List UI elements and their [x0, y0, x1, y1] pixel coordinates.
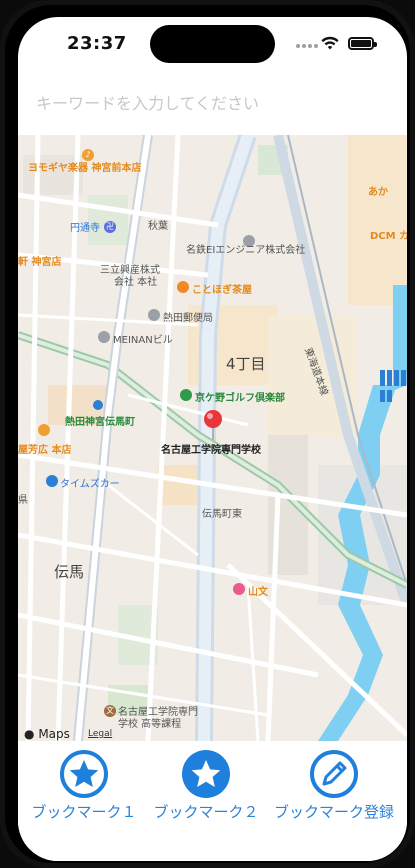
- map-label: 熱田神宮伝馬町: [65, 417, 135, 428]
- map-label: ヨモギヤ楽器 神宮前本店: [28, 163, 142, 174]
- poi-shop-icon[interactable]: [233, 583, 245, 595]
- keyword-input[interactable]: [34, 87, 393, 119]
- map-label: 屋芳広 本店: [18, 445, 72, 456]
- bookmark1-label: ブックマーク１: [31, 803, 137, 821]
- poi-building-icon[interactable]: [98, 331, 110, 343]
- phone-bezel: 23:37 キーワードを入力してください ♪ 卍 文 ヨモギヤ楽器 神宮前本店 …: [5, 5, 410, 863]
- phone-frame: 23:37 キーワードを入力してください ♪ 卍 文 ヨモギヤ楽器 神宮前本店 …: [0, 0, 415, 868]
- map-label: 学校 高等課程: [118, 719, 182, 730]
- map-label: ことほぎ茶屋: [192, 285, 252, 296]
- status-bar: 23:37: [18, 17, 407, 69]
- poi-cafe-icon[interactable]: [177, 281, 189, 293]
- apple-icon: ●: [24, 727, 35, 741]
- map-label: 名鉄EIエンジニア株式会社: [186, 245, 306, 256]
- map-view[interactable]: ♪ 卍 文 ヨモギヤ楽器 神宮前本店 秋葉 円通寺 名鉄EIエンジニア株式会社 …: [18, 135, 407, 741]
- map-label: 伝馬: [54, 563, 85, 581]
- search-bar: [18, 69, 407, 135]
- bookmark1-button[interactable]: ブックマーク１: [24, 749, 144, 829]
- map-label: 山文: [248, 587, 268, 598]
- map-label: 会社 本社: [114, 277, 158, 288]
- screen: 23:37 キーワードを入力してください ♪ 卍 文 ヨモギヤ楽器 神宮前本店 …: [18, 17, 407, 861]
- map-label: タイムズカー: [60, 479, 120, 490]
- bookmark2-button[interactable]: ブックマーク２: [146, 749, 266, 829]
- bottom-toolbar: ブックマーク１ ブックマーク２ ブックマーク登録: [18, 741, 407, 861]
- bookmark2-label: ブックマーク２: [153, 803, 259, 821]
- apple-maps-logo: ● Maps: [24, 727, 70, 741]
- poi-school-icon[interactable]: 文: [104, 705, 116, 717]
- poi-temple-icon[interactable]: 卍: [104, 221, 116, 233]
- star-outline-icon: [60, 750, 108, 798]
- dynamic-island: [150, 25, 275, 63]
- map-label: DCM カ: [370, 231, 407, 242]
- register-bookmark-button[interactable]: ブックマーク登録: [274, 749, 394, 829]
- wifi-icon: [321, 36, 339, 50]
- star-filled-icon: [182, 750, 230, 798]
- register-bookmark-label: ブックマーク登録: [274, 803, 395, 821]
- map-label: 4丁目: [226, 355, 266, 373]
- status-time: 23:37: [67, 33, 127, 54]
- battery-icon: [348, 37, 377, 50]
- map-label: 京ケ野ゴルフ倶楽部: [195, 393, 285, 404]
- poi-shop-icon[interactable]: [38, 424, 50, 436]
- map-label: あか: [368, 187, 388, 198]
- map-label: 円通寺: [70, 223, 100, 234]
- legal-link[interactable]: Legal: [88, 729, 112, 739]
- map-label: MEINANビル: [113, 335, 173, 346]
- poi-post-icon[interactable]: [148, 309, 160, 321]
- map-label: 秋葉: [148, 221, 168, 232]
- map-label: 軒 神宮店: [18, 257, 62, 268]
- pencil-icon: [310, 750, 358, 798]
- map-label: 伝馬町東: [202, 509, 242, 520]
- map-label: 県: [18, 495, 28, 506]
- map-label: 熱田郵便局: [163, 313, 213, 324]
- poi-golf-icon[interactable]: [180, 389, 192, 401]
- signal-icon: [296, 44, 320, 50]
- poi-car-icon[interactable]: [46, 475, 58, 487]
- map-label: 名古屋工学院専門学校: [161, 445, 261, 456]
